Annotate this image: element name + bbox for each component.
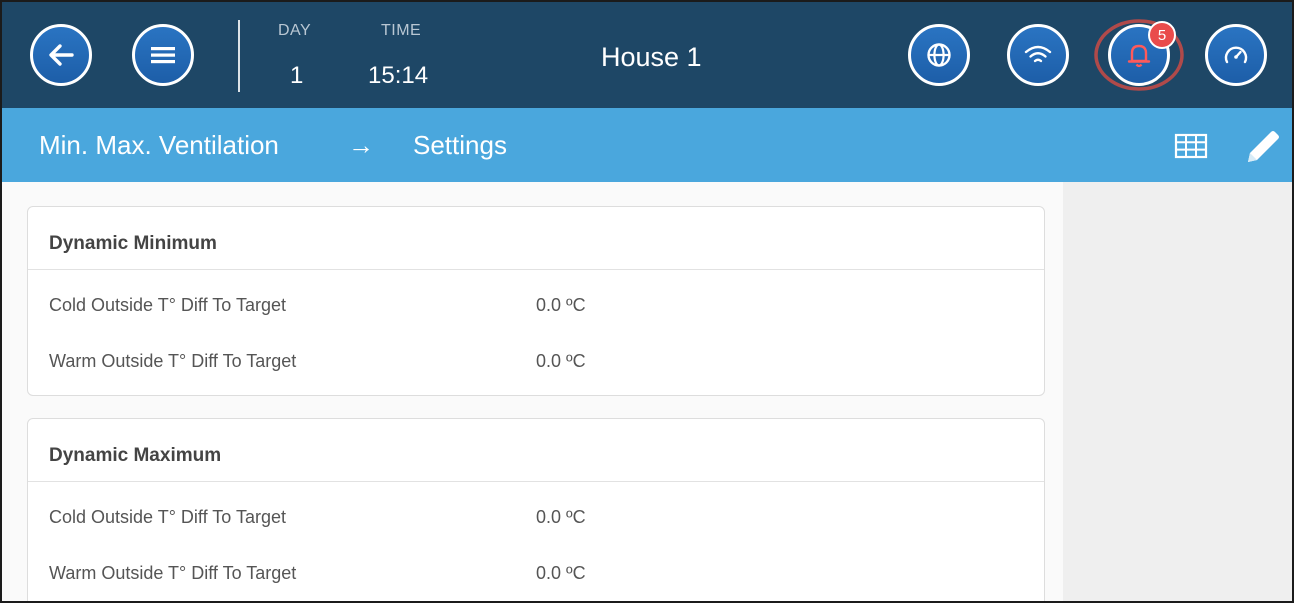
globe-button[interactable] [908, 24, 970, 86]
breadcrumb-arrow-icon: → [348, 130, 374, 160]
alarm-count-badge: 5 [1148, 21, 1176, 49]
header-divider [238, 20, 240, 92]
breadcrumb-section[interactable]: Min. Max. Ventilation [39, 130, 279, 161]
menu-button[interactable] [132, 24, 194, 86]
menu-icon [151, 47, 175, 64]
globe-icon [927, 43, 951, 67]
setting-label: Warm Outside T° Diff To Target [49, 563, 297, 583]
back-button[interactable] [30, 24, 92, 86]
wifi-button[interactable] [1007, 24, 1069, 86]
card-divider [28, 269, 1044, 270]
card-title: Dynamic Maximum [49, 445, 222, 466]
dynamic-maximum-card: Dynamic Maximum Cold Outside T° Diff To … [27, 418, 1045, 601]
setting-label: Cold Outside T° Diff To Target [49, 295, 286, 315]
setting-label: Warm Outside T° Diff To Target [49, 351, 297, 371]
setting-value[interactable]: 0.0 ºC [536, 507, 586, 528]
breadcrumb-bar: Min. Max. Ventilation → Settings [2, 108, 1292, 182]
bell-icon [1127, 44, 1151, 68]
breadcrumb-page: Settings [413, 130, 507, 160]
setting-value[interactable]: 0.0 ºC [536, 295, 586, 316]
setting-label: Cold Outside T° Diff To Target [49, 507, 286, 527]
card-title: Dynamic Minimum [49, 233, 217, 254]
setting-value[interactable]: 0.0 ºC [536, 351, 586, 372]
side-panel [1063, 182, 1292, 601]
gauge-button[interactable] [1205, 24, 1267, 86]
back-arrow-icon [49, 44, 74, 66]
time-value: 15:14 [368, 62, 429, 89]
day-value: 1 [290, 62, 304, 89]
settings-content: Dynamic Minimum Cold Outside T° Diff To … [2, 182, 1063, 601]
edit-pencil-icon[interactable] [1242, 128, 1282, 164]
gauge-icon [1224, 46, 1248, 64]
setting-value[interactable]: 0.0 ºC [536, 563, 586, 584]
top-bar: DAY 1 TIME 15:14 House 1 5 [2, 2, 1292, 108]
time-label: TIME [381, 22, 422, 39]
table-view-icon[interactable] [1174, 132, 1208, 160]
card-divider [28, 481, 1044, 482]
wifi-icon [1024, 45, 1052, 63]
app-frame: DAY 1 TIME 15:14 House 1 5 Min. Max. Ven… [0, 0, 1294, 603]
day-label: DAY [278, 22, 312, 39]
house-title: House 1 [601, 42, 702, 72]
dynamic-minimum-card: Dynamic Minimum Cold Outside T° Diff To … [27, 206, 1045, 396]
